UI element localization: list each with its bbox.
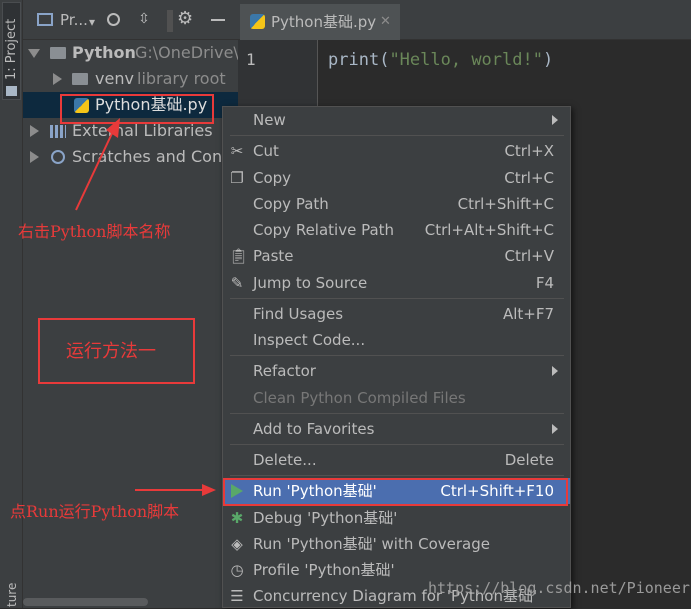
- horizontal-scrollbar[interactable]: [23, 598, 148, 606]
- arrow-to-file: [75, 118, 120, 211]
- arrow-to-run: [135, 484, 216, 496]
- annotation-arrows: [75, 118, 216, 496]
- watermark: https://blog.csdn.net/PioneerFan: [428, 579, 691, 597]
